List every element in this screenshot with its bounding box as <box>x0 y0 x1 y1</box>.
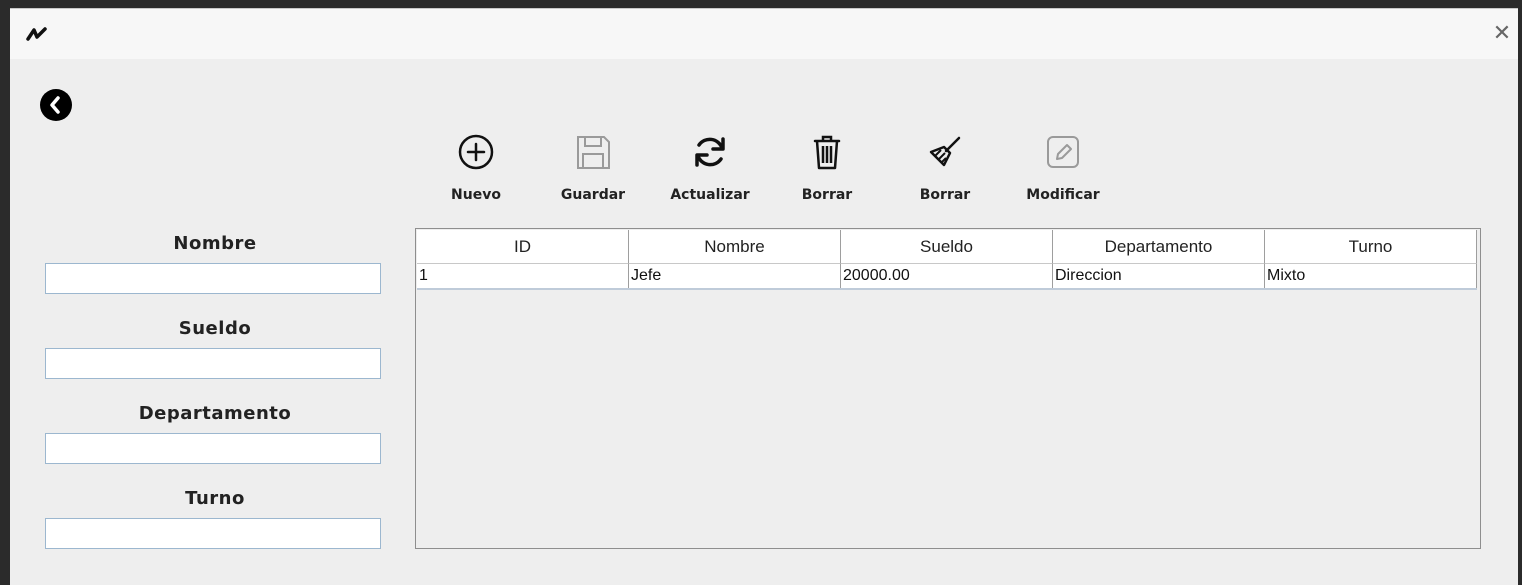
nombre-input[interactable] <box>45 263 381 294</box>
save-icon <box>577 136 610 169</box>
broom-icon <box>929 136 961 167</box>
table-cell-sueldo: 20000.00 <box>841 264 1053 288</box>
borrar-label: Borrar <box>801 187 853 203</box>
refresh-icon <box>695 137 725 167</box>
column-header-turno[interactable]: Turno <box>1265 230 1477 264</box>
table-cell-departamento: Direccion <box>1053 264 1265 288</box>
table-header: ID Nombre Sueldo Departamento Turno <box>417 230 1477 264</box>
column-header-id[interactable]: ID <box>417 230 629 264</box>
modificar-button[interactable]: Modificar <box>1015 129 1111 211</box>
chevron-left-circle-icon <box>50 96 60 114</box>
nombre-label: Nombre <box>173 233 257 254</box>
employees-table[interactable]: ID Nombre Sueldo Departamento Turno 1 Je… <box>415 228 1481 549</box>
back-button[interactable] <box>40 89 72 121</box>
table-cell-turno: Mixto <box>1265 264 1477 288</box>
column-header-nombre[interactable]: Nombre <box>629 230 841 264</box>
title-bar: ✕ <box>10 9 1518 59</box>
nuevo-label: Nuevo <box>451 187 501 203</box>
departamento-label: Departamento <box>138 403 292 424</box>
turno-label: Turno <box>185 488 245 509</box>
edit-icon <box>1047 136 1079 168</box>
borrar-button[interactable]: Borrar <box>787 129 867 211</box>
column-header-sueldo[interactable]: Sueldo <box>841 230 1053 264</box>
actualizar-label: Actualizar <box>670 187 750 203</box>
column-header-departamento[interactable]: Departamento <box>1053 230 1265 264</box>
turno-input[interactable] <box>45 518 381 549</box>
app-window: ✕ Nuevo Guardar Actualizar Borrar Borrar… <box>10 8 1518 585</box>
plus-circle-icon <box>458 134 494 170</box>
trash-icon <box>813 135 841 170</box>
limpiar-label: Borrar <box>919 187 971 203</box>
table-row[interactable]: 1 Jefe 20000.00 Direccion Mixto <box>417 264 1477 290</box>
departamento-input[interactable] <box>45 433 381 464</box>
table-body: 1 Jefe 20000.00 Direccion Mixto <box>417 264 1477 290</box>
limpiar-button[interactable]: Borrar <box>905 129 985 211</box>
nuevo-button[interactable]: Nuevo <box>438 129 514 211</box>
table-cell-id: 1 <box>417 264 629 288</box>
app-logo-icon <box>26 27 47 41</box>
guardar-label: Guardar <box>560 187 626 203</box>
table-cell-nombre: Jefe <box>629 264 841 288</box>
sueldo-label: Sueldo <box>178 318 252 339</box>
guardar-button[interactable]: Guardar <box>548 129 638 211</box>
modificar-label: Modificar <box>1026 187 1100 203</box>
close-icon[interactable]: ✕ <box>1488 21 1516 47</box>
actualizar-button[interactable]: Actualizar <box>660 129 760 211</box>
sueldo-input[interactable] <box>45 348 381 379</box>
